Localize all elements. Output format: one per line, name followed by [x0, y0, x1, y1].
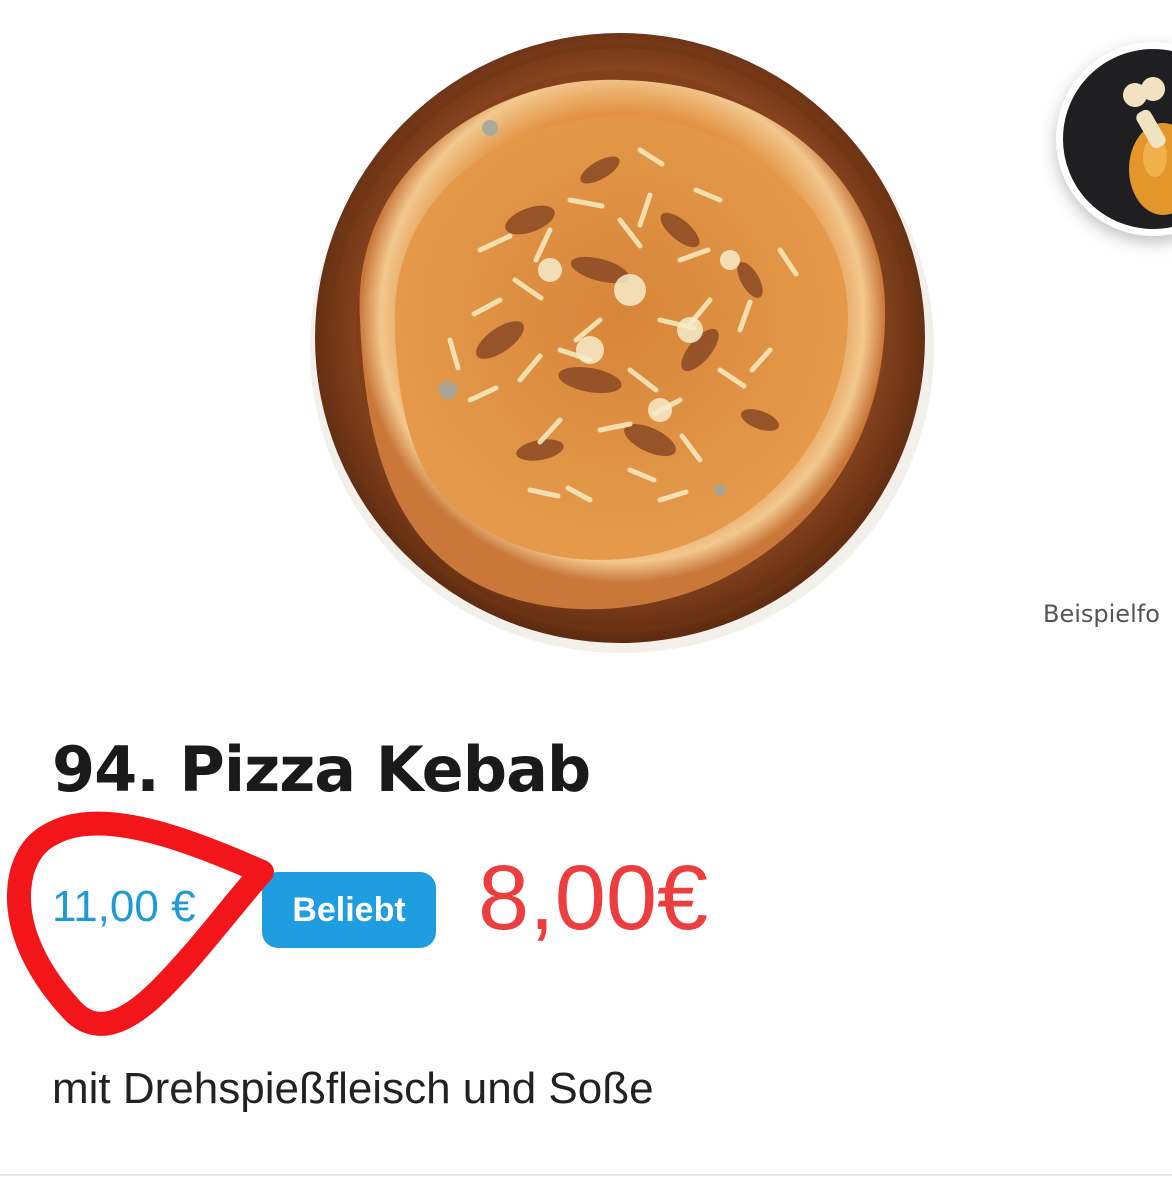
product-price: 8,00€ [478, 847, 709, 949]
product-title: 94. Pizza Kebab [52, 733, 591, 806]
old-price: 11,00 € [52, 882, 196, 931]
product-description: mit Drehspießfleisch und Soße [52, 1064, 654, 1113]
image-caption: Beispielfo [1043, 600, 1160, 628]
product-image-area: Beispielfo [0, 0, 1172, 680]
popular-badge: Beliebt [262, 872, 436, 948]
pizza-photo [310, 33, 934, 653]
chicken-leg-icon [1056, 42, 1172, 236]
card-divider [0, 1174, 1172, 1176]
product-card[interactable]: Beispielfo 94. Pizza Kebab 11,00 € Belie… [0, 0, 1172, 1176]
